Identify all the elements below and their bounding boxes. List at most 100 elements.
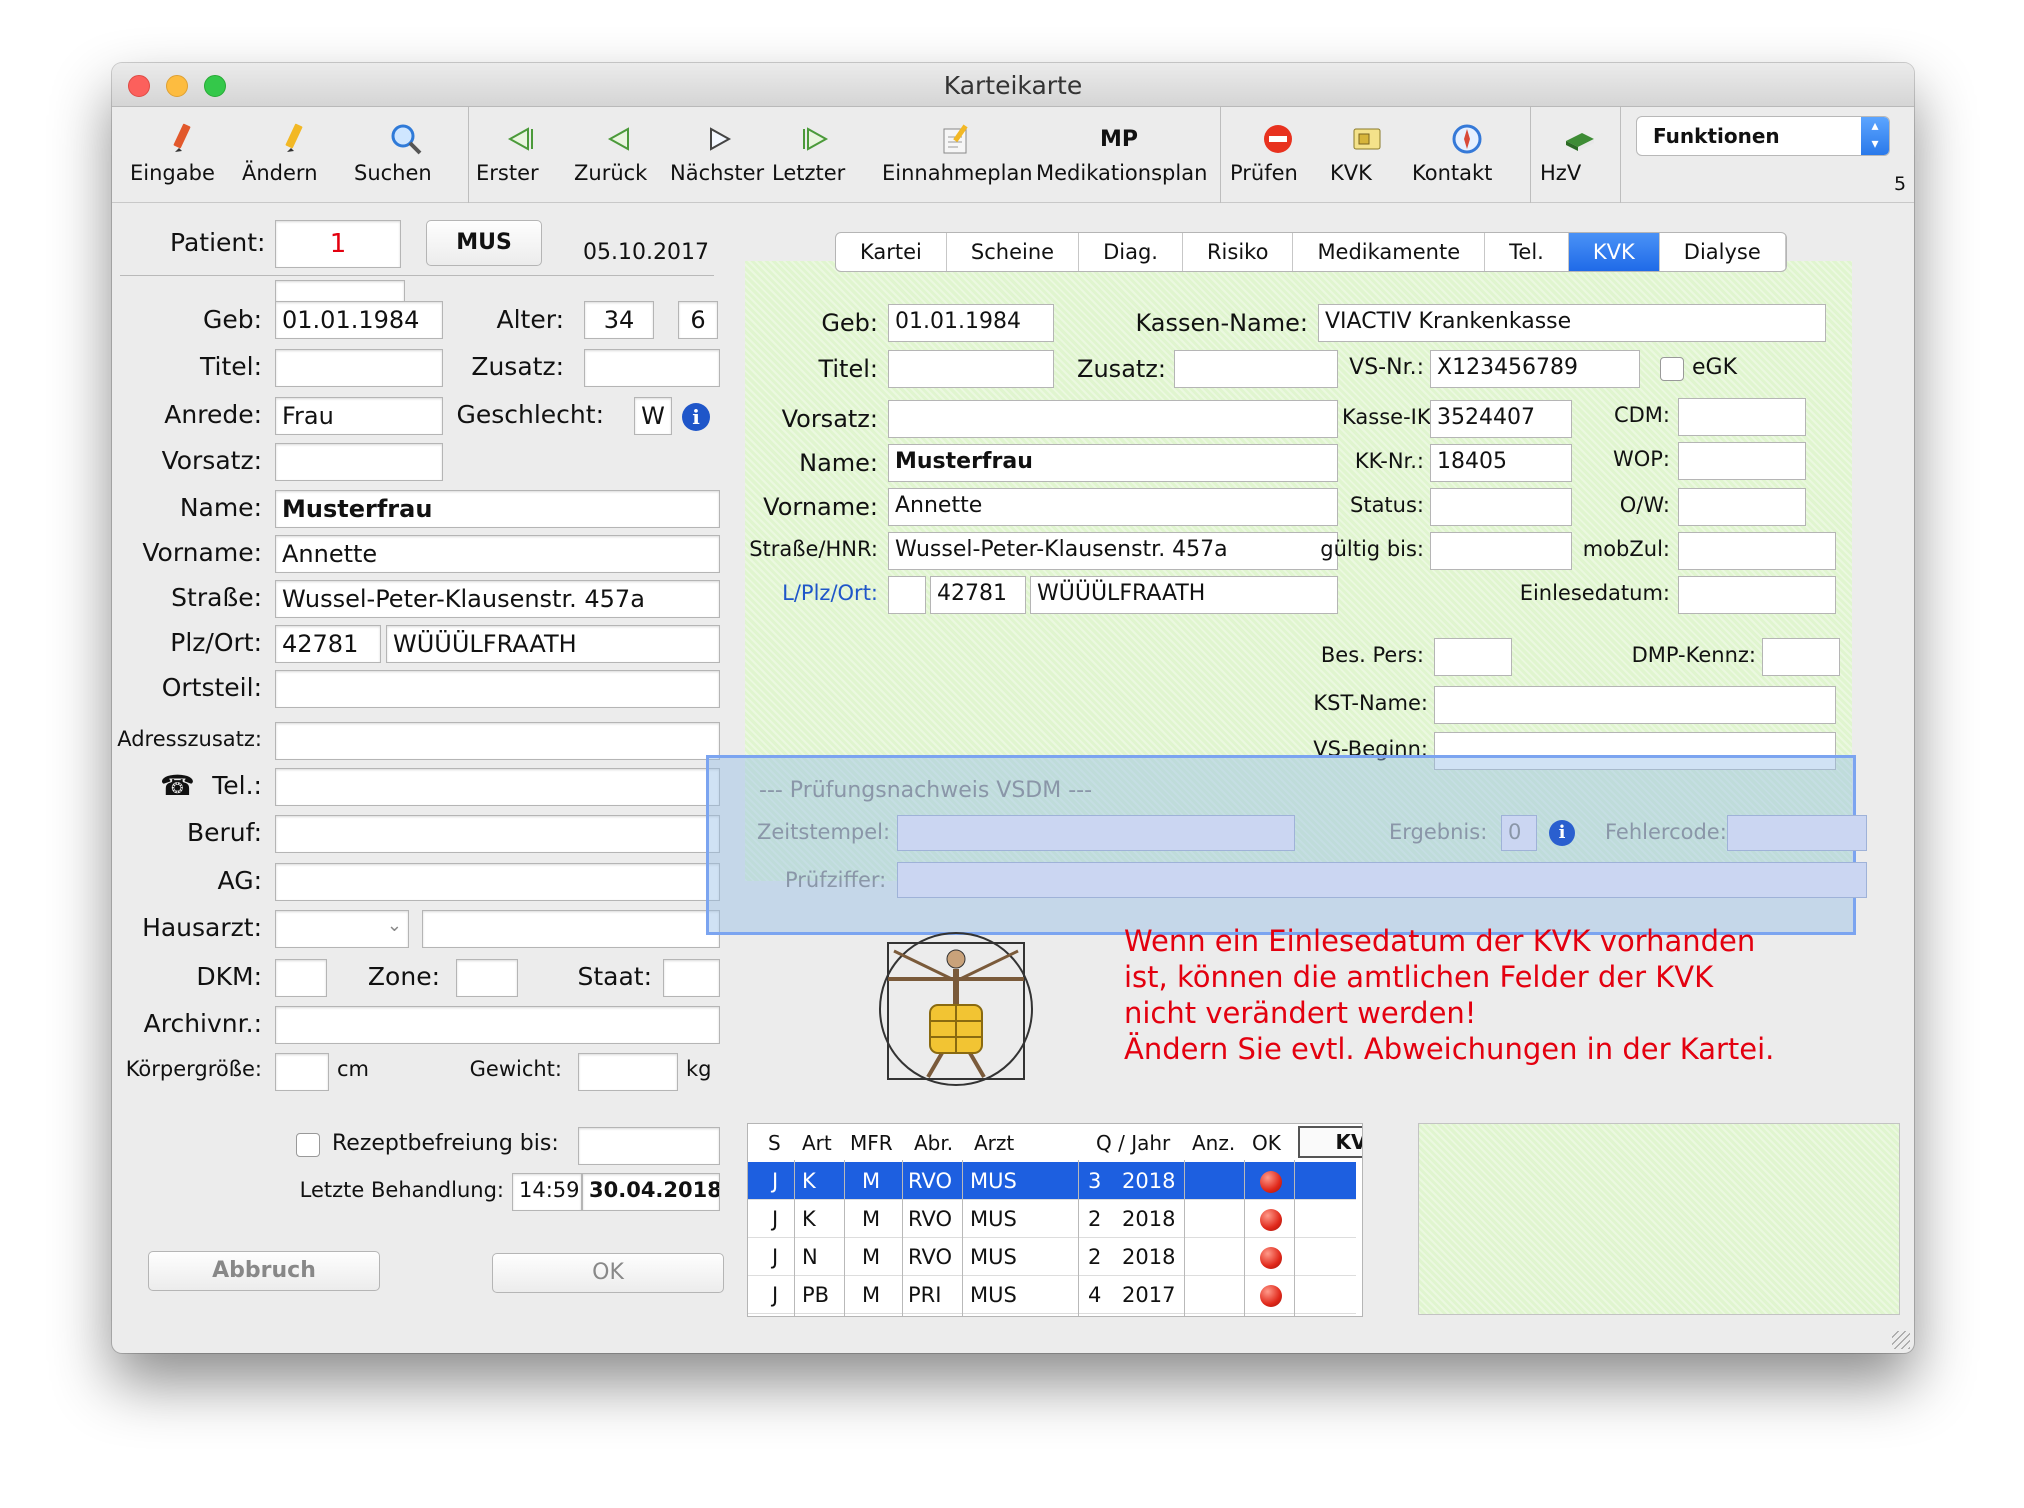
kvk-kassenname-field[interactable]: VIACTIV Krankenkasse [1318,304,1826,342]
funktionen-select[interactable]: Funktionen ▴ ▾ [1636,116,1890,156]
kvk-wop-field[interactable] [1678,442,1806,480]
kvk-status-field[interactable] [1430,488,1572,526]
kvk-kasseik-field[interactable]: 3524407 [1430,400,1572,438]
pruefen-button[interactable]: Prüfen [1230,119,1326,199]
eingabe-button[interactable]: Eingabe [130,119,234,199]
erster-button[interactable]: Erster [476,119,570,199]
abbruch-button[interactable]: Abbruch [148,1251,380,1291]
geb-field[interactable]: 01.01.1984 [275,301,443,339]
egk-checkbox[interactable] [1660,357,1684,381]
resize-grip-icon[interactable] [1892,1331,1910,1349]
tab-risiko[interactable]: Risiko [1183,233,1294,271]
rezeptbefreiung-checkbox[interactable] [296,1133,320,1157]
info-icon[interactable]: i [682,403,710,431]
ort-field[interactable]: WÜÜÜLFRAATH [386,625,720,663]
kvk-mobzul-field[interactable] [1678,532,1836,570]
vorname-field[interactable]: Annette [275,535,720,573]
kvk-titel-field[interactable] [888,350,1054,388]
letzter-button[interactable]: Letzter [772,119,858,199]
kvk-land-field[interactable] [888,576,926,614]
kvk-geb-field[interactable]: 01.01.1984 [888,304,1054,342]
kvk-button[interactable]: KVK [1330,119,1404,199]
kvk-kstname-field[interactable] [1434,686,1836,724]
tab-diag[interactable]: Diag. [1079,233,1183,271]
alter-extra-field[interactable]: 6 [678,301,718,339]
alter-field[interactable]: 34 [584,301,654,339]
vsdm-fehlercode-field[interactable] [1727,815,1867,851]
name-field[interactable]: Musterfrau [275,490,720,528]
kvk-name-field[interactable]: Musterfrau [888,444,1338,482]
letzte-zeit-field[interactable]: 14:59 [512,1173,582,1211]
kvk-einlesedatum-field[interactable] [1678,576,1836,614]
kvk-zusatz-field[interactable] [1174,350,1338,388]
zone-field[interactable] [456,959,518,997]
tab-tel[interactable]: Tel. [1485,233,1569,271]
vsdm-info-icon[interactable]: i [1549,820,1575,846]
table-row[interactable]: J PB M PRI MUS 4 2017 [748,1276,1356,1314]
zusatz-field[interactable] [584,349,720,387]
aendern-label: Ändern [242,161,318,185]
naechster-button[interactable]: Nächster [670,119,770,199]
kvk-vorname-field[interactable]: Annette [888,488,1338,526]
hausarzt-select[interactable]: ⌄ [275,910,409,948]
medikationsplan-button[interactable]: MP Medikationsplan [1036,119,1207,199]
kvk-bespers-field[interactable] [1434,638,1512,676]
kvk-cdm-field[interactable] [1678,398,1806,436]
anrede-field[interactable]: Frau [275,397,443,435]
tab-dialyse[interactable]: Dialyse [1660,233,1786,271]
zurueck-button[interactable]: Zurück [574,119,664,199]
kvk-gueltig-field[interactable] [1430,532,1572,570]
vsdm-ergebnis-field[interactable]: 0 [1501,815,1537,851]
kvk-vsnr-field[interactable]: X123456789 [1430,350,1640,388]
einnahmeplan-button[interactable]: Einnahmeplan [882,119,1033,199]
kontakt-button[interactable]: Kontakt [1412,119,1522,199]
staat-field[interactable] [663,959,720,997]
adresszusatz-field[interactable] [275,722,720,760]
titel-field[interactable] [275,349,443,387]
kvk-ow-field[interactable] [1678,488,1806,526]
table-row[interactable]: J N M RVO MUS 2 2018 [748,1238,1356,1276]
dkm-field[interactable] [275,959,327,997]
vorsatz-field[interactable] [275,443,443,481]
vsdm-pruefziffer-field[interactable] [897,862,1867,898]
hzv-button[interactable]: HzV [1540,119,1620,199]
tab-kvk[interactable]: KVK [1568,233,1660,271]
rezeptbefreiung-field[interactable] [578,1127,720,1165]
kv-button[interactable]: KV [1298,1126,1362,1158]
cell-art: K [802,1169,816,1193]
kvk-plz-field[interactable]: 42781 [930,576,1026,614]
ag-field[interactable] [275,863,720,901]
geschlecht-field[interactable]: W [634,397,672,435]
kvk-dmp-field[interactable] [1762,638,1840,676]
beruf-field[interactable] [275,815,720,853]
kvk-strasse-field[interactable]: Wussel-Peter-Klausenstr. 457a [888,532,1338,570]
tab-kartei[interactable]: Kartei [836,233,947,271]
tab-medikamente[interactable]: Medikamente [1293,233,1486,271]
aendern-button[interactable]: Ändern [242,119,346,199]
cell-s: J [772,1283,779,1307]
patient-subfield[interactable] [275,280,405,302]
tab-scheine[interactable]: Scheine [947,233,1080,271]
ok-button[interactable]: OK [492,1253,724,1293]
letzte-datum-field[interactable]: 30.04.2018 [582,1173,720,1211]
kvk-kknr-field[interactable]: 18405 [1430,444,1572,482]
plz-field[interactable]: 42781 [275,625,381,663]
archivnr-field[interactable] [275,1006,720,1044]
zusatz-label: Zusatz: [471,352,564,381]
table-row[interactable]: J K M RVO MUS 2 2018 [748,1200,1356,1238]
ortsteil-field[interactable] [275,670,720,708]
kvk-vorsatz-field[interactable] [888,400,1338,438]
table-row[interactable]: J K M RVO MUS 3 2018 [748,1162,1356,1200]
vsdm-zeitstempel-field[interactable] [897,815,1295,851]
patient-number[interactable]: 1 [275,220,401,268]
suchen-button[interactable]: Suchen [354,119,458,199]
koerpergroesse-field[interactable] [275,1053,329,1091]
kvk-lplzort-label[interactable]: L/Plz/Ort: [752,581,878,605]
kvk-ort-field[interactable]: WÜÜÜLFRAATH [1030,576,1338,614]
tel-field[interactable] [275,768,720,806]
vorname-label: Vorname: [142,538,262,567]
patient-code-button[interactable]: MUS [426,220,542,266]
strasse-field[interactable]: Wussel-Peter-Klausenstr. 457a [275,580,720,618]
hausarzt-name-field[interactable] [422,910,720,948]
gewicht-field[interactable] [578,1053,678,1091]
